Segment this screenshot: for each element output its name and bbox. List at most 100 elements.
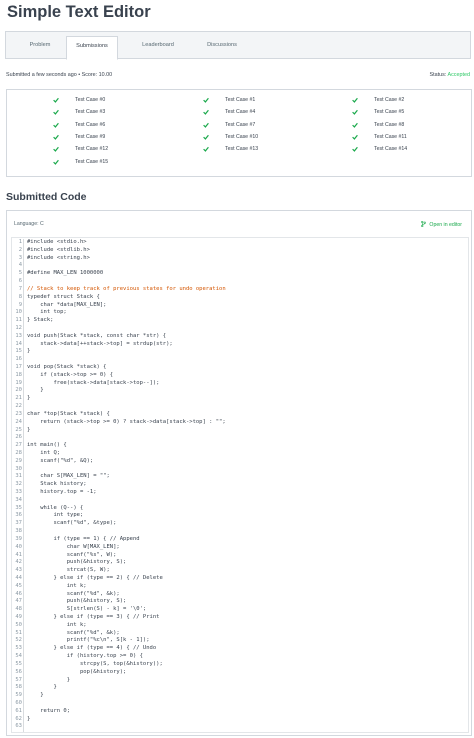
line-number: 11 xyxy=(15,317,22,324)
code-line: 4 xyxy=(12,262,468,270)
code-text: } xyxy=(27,426,31,433)
code-text: } xyxy=(27,387,44,394)
line-number: 55 xyxy=(15,660,22,667)
test-case-label: Test Case #5 xyxy=(374,109,405,116)
code-line: 25} xyxy=(12,427,468,435)
code-line: 52 printf("%c\n", S[k - 1]); xyxy=(12,637,468,645)
code-text: } xyxy=(27,715,31,722)
code-text: int main() { xyxy=(27,442,67,449)
code-line: 49 } else if (type == 3) { // Print xyxy=(12,614,468,622)
line-number: 53 xyxy=(15,645,22,652)
test-case-label: Test Case #15 xyxy=(75,158,109,165)
line-number: 48 xyxy=(15,606,22,613)
code-line: 41 scanf("%s", W); xyxy=(12,552,468,560)
line-number: 5 xyxy=(18,270,22,277)
code-text: push(&history, S); xyxy=(27,559,127,566)
code-text: Stack history; xyxy=(27,481,87,488)
check-icon xyxy=(53,159,59,165)
line-number: 1 xyxy=(18,239,22,245)
submitted-code-title: Submitted Code xyxy=(6,191,87,203)
line-number: 34 xyxy=(15,496,22,503)
code-text: pop(&history); xyxy=(27,668,127,675)
check-icon xyxy=(203,110,209,116)
code-text: } xyxy=(27,348,31,355)
code-text: free(stack->data[stack->top--]); xyxy=(27,379,160,386)
code-line: 1 #include <stdio.h> xyxy=(12,239,468,247)
code-line: 44 } else if (type == 2) { // Delete xyxy=(12,575,468,583)
branch-icon xyxy=(421,221,427,227)
code-line: 45 int k; xyxy=(12,583,468,591)
line-number: 51 xyxy=(15,629,22,636)
status-value: Accepted xyxy=(447,72,470,78)
code-text: void push(Stack *stack, const char *str)… xyxy=(27,332,167,339)
line-number: 22 xyxy=(15,403,22,410)
code-text: int type; xyxy=(27,512,84,519)
check-icon xyxy=(53,97,59,103)
code-line: 12 xyxy=(12,325,468,333)
tab-problem[interactable]: Problem xyxy=(18,36,62,55)
tab-leaderboard[interactable]: Leaderboard xyxy=(130,36,186,55)
line-number: 42 xyxy=(15,559,22,566)
tab-discussions[interactable]: Discussions xyxy=(194,36,250,55)
open-in-editor-link[interactable]: Open in editor xyxy=(421,221,462,228)
line-number: 24 xyxy=(15,418,22,425)
code-line: 30 xyxy=(12,466,468,474)
test-cases-panel: Test Case #0 Test Case #1 Test Case #2 Test… xyxy=(6,89,472,177)
code-line: 58 } xyxy=(12,684,468,692)
tab-submissions[interactable]: Submissions xyxy=(66,36,118,60)
check-icon xyxy=(352,97,358,103)
language-label: Language: C xyxy=(14,221,44,227)
line-number: 46 xyxy=(15,590,22,597)
code-line: 26 xyxy=(12,434,468,442)
open-in-editor-label: Open in editor xyxy=(429,222,462,228)
line-number: 35 xyxy=(15,504,22,511)
code-line: 8 typedef struct Stack { xyxy=(12,294,468,302)
line-number: 6 xyxy=(18,278,22,285)
code-line: 42 push(&history, S); xyxy=(12,559,468,567)
code-text: scanf("%d", &k); xyxy=(27,590,120,597)
tab-bar: Problem Submissions Leaderboard Discussi… xyxy=(5,31,471,60)
code-line: 34 xyxy=(12,497,468,505)
code-text: scanf("%d", &type); xyxy=(27,520,117,527)
code-line: 32 Stack history; xyxy=(12,481,468,489)
code-line: 55 strcpy(S, top(&history)); xyxy=(12,661,468,669)
code-line: 33 history.top = -1; xyxy=(12,489,468,497)
code-text: S[strlen(S) - k] = '\0'; xyxy=(27,606,147,613)
code-text: return 0; xyxy=(27,707,71,714)
line-number: 44 xyxy=(15,574,22,581)
code-text: int k; xyxy=(27,582,87,589)
code-text: } xyxy=(27,692,44,699)
code-text: push(&history, S); xyxy=(27,598,127,605)
code-line: 14 stack->data[++stack->top] = strdup(st… xyxy=(12,341,468,349)
code-text: if (stack->top >= 0) { xyxy=(27,371,114,378)
code-text: } xyxy=(27,684,57,691)
code-text: } else if (type == 3) { // Print xyxy=(27,614,160,620)
check-icon xyxy=(53,122,59,128)
code-line: 62} xyxy=(12,716,468,724)
code-text: char *data[MAX_LEN]; xyxy=(27,301,107,308)
line-number: 39 xyxy=(15,535,22,542)
test-case-label: Test Case #11 xyxy=(374,133,407,140)
line-number: 61 xyxy=(15,707,22,714)
line-number: 18 xyxy=(15,371,22,378)
check-icon xyxy=(203,97,209,103)
line-number: 14 xyxy=(15,340,22,347)
code-text: if (type == 1) { // Append xyxy=(27,535,140,542)
code-line: 15} xyxy=(12,348,468,356)
line-number: 2 xyxy=(18,246,22,253)
code-line: 61 return 0; xyxy=(12,708,468,716)
code-text: #define MAX_LEN 1000000 xyxy=(27,270,104,277)
code-text: int Q; xyxy=(27,449,61,456)
code-text: char W[MAX_LEN]; xyxy=(27,543,120,550)
line-number: 54 xyxy=(15,653,22,660)
code-text: scanf("%d", &Q); xyxy=(27,457,94,464)
status-label: Status: xyxy=(429,72,447,78)
test-case-label: Test Case #9 xyxy=(75,133,106,140)
code-text: } xyxy=(27,395,31,402)
code-text: char S[MAX_LEN] = ""; xyxy=(27,473,110,480)
code-text: if (history.top >= 0) { xyxy=(27,653,143,660)
code-text: scanf("%d", &k); xyxy=(27,629,120,636)
code-text: #include <string.h> xyxy=(27,254,90,261)
line-number: 37 xyxy=(15,520,22,527)
line-number: 33 xyxy=(15,489,22,495)
